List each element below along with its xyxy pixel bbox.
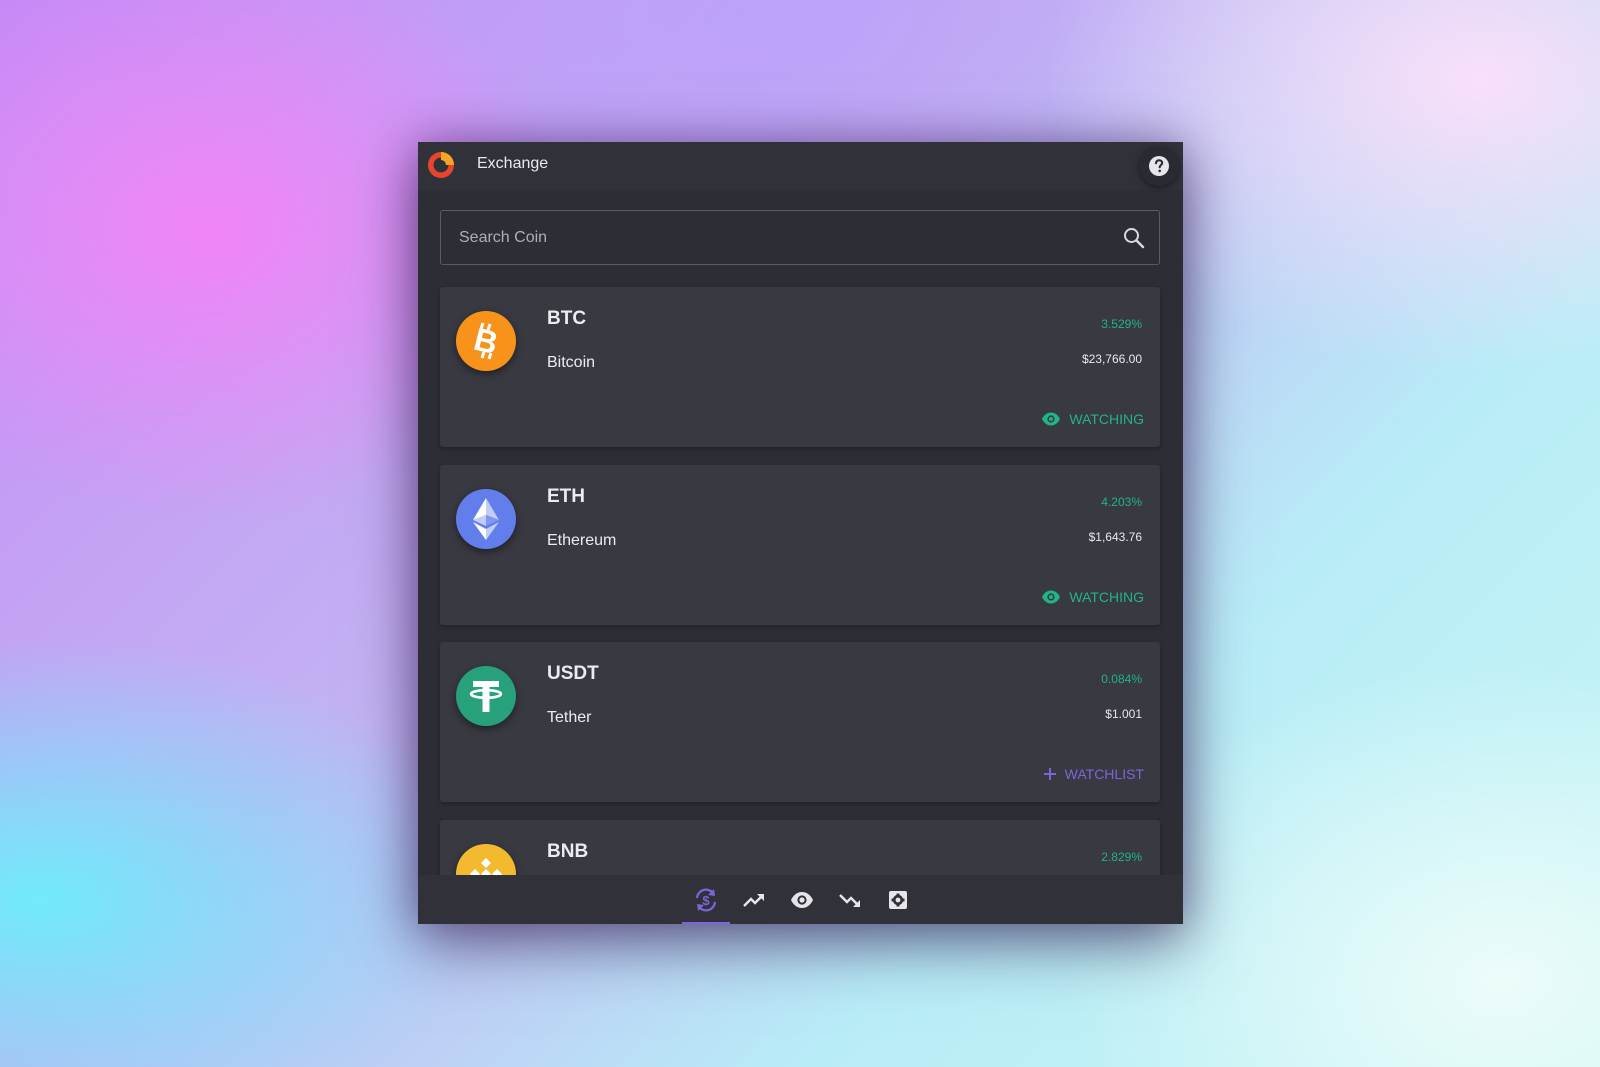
nav-exchange[interactable]: $: [682, 875, 730, 924]
trending-down-icon: [839, 893, 860, 907]
tether-icon: [456, 666, 516, 726]
ethereum-glyph: [458, 491, 514, 547]
coin-name: Tether: [547, 709, 592, 726]
nav-trending-up[interactable]: [730, 875, 778, 924]
coin-change: 0.084%: [1101, 672, 1142, 686]
bitcoin-icon: B: [456, 311, 516, 371]
plus-icon: [1043, 768, 1056, 780]
watching-button[interactable]: WATCHING: [1041, 589, 1144, 605]
app-logo-icon: [428, 152, 454, 178]
coin-name: Ethereum: [547, 532, 617, 549]
help-icon: [1149, 156, 1169, 176]
coin-symbol: BNB: [547, 841, 589, 862]
eye-icon: [1042, 590, 1061, 604]
coin-symbol: ETH: [547, 486, 585, 507]
coin-card-eth[interactable]: ETH Ethereum 4.203% $1,643.76 WATCHING: [440, 465, 1160, 625]
add-watchlist-button[interactable]: WATCHLIST: [1043, 766, 1144, 782]
coin-name: Bitcoin: [547, 354, 596, 371]
watch-label: WATCHING: [1069, 411, 1144, 427]
help-button[interactable]: [1139, 146, 1179, 186]
coin-price: $23,766.00: [1081, 352, 1142, 366]
coin-price: $1.001: [1105, 707, 1142, 721]
coin-card-btc[interactable]: B BTC Bitcoin 3.529% $23,766.00 WATCHING: [440, 287, 1160, 447]
watch-label: WATCHLIST: [1064, 766, 1144, 782]
eye-icon: [1042, 412, 1061, 426]
nav-settings[interactable]: [874, 875, 922, 924]
coin-symbol: BTC: [547, 308, 587, 329]
trending-up-icon: [743, 893, 764, 907]
coin-symbol: USDT: [547, 663, 599, 684]
coin-change: 2.829%: [1101, 850, 1142, 864]
bottom-nav: $: [418, 875, 1183, 924]
settings-icon: [889, 890, 907, 909]
title-bar: Exchange: [418, 142, 1183, 190]
watch-label: WATCHING: [1069, 589, 1144, 605]
bitcoin-glyph: B: [458, 313, 514, 369]
tether-glyph: [458, 668, 514, 724]
coin-change: 4.203%: [1101, 495, 1142, 509]
svg-text:$: $: [702, 893, 710, 908]
search-box: [440, 210, 1160, 265]
search-icon[interactable]: [1123, 227, 1145, 249]
coin-change: 3.529%: [1101, 317, 1142, 331]
eye-icon: [791, 891, 813, 908]
nav-trending-down[interactable]: [826, 875, 874, 924]
watching-button[interactable]: WATCHING: [1041, 411, 1144, 427]
search-input[interactable]: [441, 211, 1081, 264]
exchange-icon: $: [695, 888, 717, 911]
app-title: Exchange: [477, 155, 549, 172]
coin-card-usdt[interactable]: USDT Tether 0.084% $1.001 WATCHLIST: [440, 642, 1160, 802]
exchange-window: Exchange B: [418, 142, 1183, 924]
ethereum-icon: [456, 489, 516, 549]
nav-watchlist[interactable]: [778, 875, 826, 924]
coin-price: $1,643.76: [1088, 530, 1142, 544]
coin-list: B BTC Bitcoin 3.529% $23,766.00 WATCHING: [440, 287, 1160, 924]
